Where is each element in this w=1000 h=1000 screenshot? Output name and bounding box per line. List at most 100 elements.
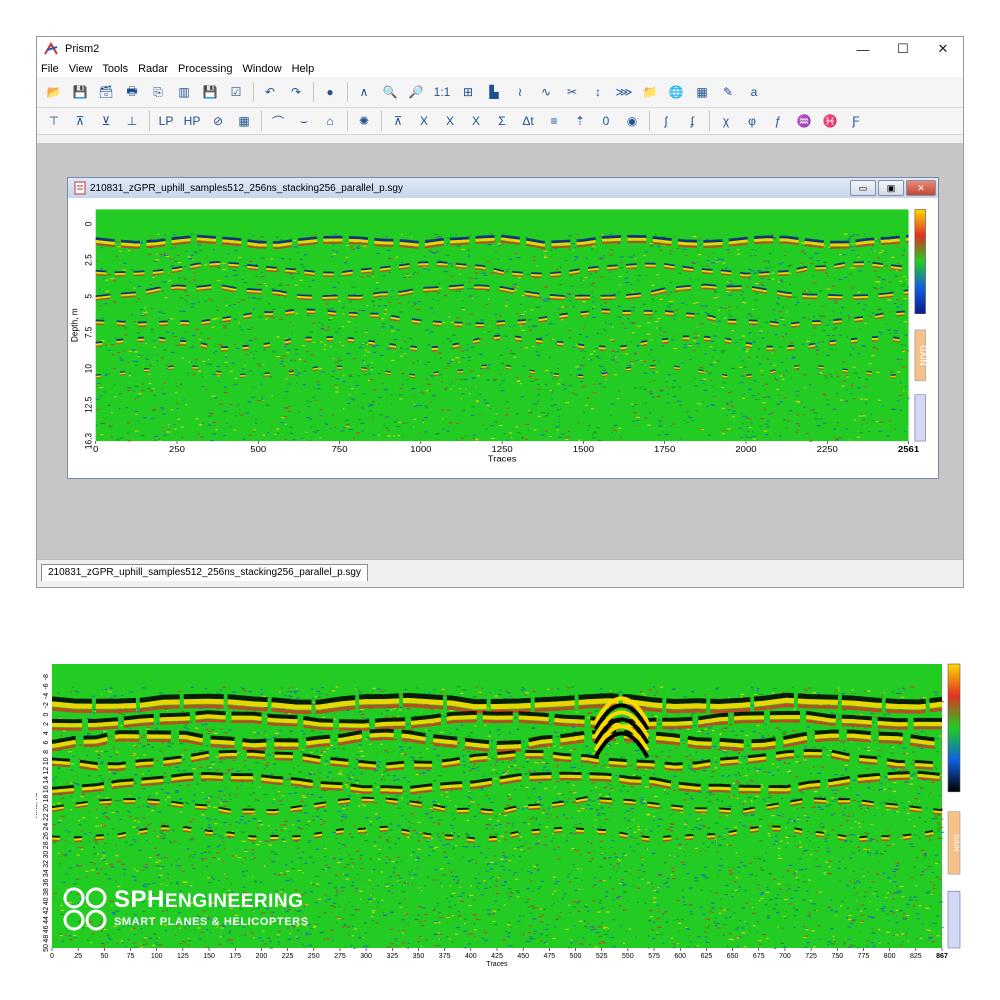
scale-control[interactable] bbox=[947, 890, 961, 949]
logo-title-rest: ENGINEERING bbox=[164, 891, 304, 912]
delta-t-icon[interactable]: Δt bbox=[517, 110, 539, 132]
x-tick-label: 725 bbox=[805, 953, 817, 960]
pb-icon[interactable]: ◉ bbox=[621, 110, 643, 132]
marker-icon[interactable]: ● bbox=[319, 81, 341, 103]
check-icon[interactable]: ☑ bbox=[225, 81, 247, 103]
color-scale-bar[interactable] bbox=[947, 663, 961, 793]
level-icon[interactable]: ≡ bbox=[543, 110, 565, 132]
zoom-1-1-icon[interactable]: 1:1 bbox=[431, 81, 453, 103]
open-folder-icon[interactable]: 📂 bbox=[43, 81, 65, 103]
menu-processing[interactable]: Processing bbox=[178, 63, 232, 75]
sigma-icon[interactable]: χ bbox=[715, 110, 737, 132]
maximize-button[interactable]: ☐ bbox=[883, 37, 923, 61]
menu-window[interactable]: Window bbox=[242, 63, 281, 75]
arc-down-icon[interactable]: ⌣ bbox=[293, 110, 315, 132]
x-tick-label: 525 bbox=[596, 953, 608, 960]
gain-1-icon[interactable]: ♒ bbox=[793, 110, 815, 132]
document-title-bar[interactable]: 210831_zGPR_uphill_samples512_256ns_stac… bbox=[68, 178, 938, 198]
trace-icon[interactable]: ∿ bbox=[535, 81, 557, 103]
palette-icon[interactable]: ▥ bbox=[173, 81, 195, 103]
spec-2-icon[interactable]: ʄ bbox=[681, 110, 703, 132]
doc-close-button[interactable]: ✕ bbox=[906, 180, 936, 196]
redo-icon[interactable]: ↷ bbox=[285, 81, 307, 103]
filter-4-icon[interactable]: ⊥ bbox=[121, 110, 143, 132]
filter-1-icon[interactable]: ⊤ bbox=[43, 110, 65, 132]
menu-help[interactable]: Help bbox=[292, 63, 315, 75]
y-tick-label: 42 bbox=[43, 907, 50, 915]
undo-icon[interactable]: ↶ bbox=[259, 81, 281, 103]
band-icon[interactable]: ⊘ bbox=[207, 110, 229, 132]
x-tick-label: 325 bbox=[386, 953, 398, 960]
high-pass-icon[interactable]: HP bbox=[181, 110, 203, 132]
topo-icon[interactable]: ⊼ bbox=[387, 110, 409, 132]
migration-icon[interactable]: ✺ bbox=[353, 110, 375, 132]
prism-logo-icon bbox=[44, 42, 58, 55]
xr-icon[interactable]: X bbox=[439, 110, 461, 132]
xm-icon[interactable]: X bbox=[413, 110, 435, 132]
zero-icon[interactable]: 0 bbox=[595, 110, 617, 132]
filter-3-icon[interactable]: ⊻ bbox=[95, 110, 117, 132]
hyperbola-icon[interactable]: ∧ bbox=[353, 81, 375, 103]
wave-icon[interactable]: ≀ bbox=[509, 81, 531, 103]
language-icon[interactable]: a bbox=[743, 81, 765, 103]
minimize-button[interactable]: — bbox=[843, 37, 883, 61]
histogram-icon[interactable]: ▙ bbox=[483, 81, 505, 103]
fit-icon[interactable]: ⊞ bbox=[457, 81, 479, 103]
menu-view[interactable]: View bbox=[69, 63, 93, 75]
y-tick-label: -4 bbox=[43, 693, 50, 699]
phi-icon[interactable]: φ bbox=[741, 110, 763, 132]
menu-file[interactable]: File bbox=[41, 63, 59, 75]
report-icon[interactable]: ✎ bbox=[717, 81, 739, 103]
color-scale-bar[interactable] bbox=[914, 209, 926, 314]
gps-icon[interactable]: ▦ bbox=[691, 81, 713, 103]
y-axis-label: Depth, m bbox=[69, 308, 80, 342]
y-tick-label: 12.5 bbox=[83, 397, 94, 413]
save-all-icon[interactable]: 🗃 bbox=[95, 81, 117, 103]
sum-icon[interactable]: Σ bbox=[491, 110, 513, 132]
gain-label: GAIN bbox=[918, 345, 929, 365]
x-tick-label: 2561 bbox=[898, 445, 919, 454]
export-icon[interactable]: ⎘ bbox=[147, 81, 169, 103]
filter-2-icon[interactable]: ⊼ bbox=[69, 110, 91, 132]
x-tick-label: 500 bbox=[250, 445, 266, 454]
y-tick-label: 32 bbox=[43, 860, 50, 868]
x-axis-label: Traces bbox=[488, 454, 517, 463]
low-pass-icon[interactable]: LP bbox=[155, 110, 177, 132]
y-tick-label: 5 bbox=[83, 294, 94, 299]
title-bar[interactable]: Prism2 — ☐ ✕ bbox=[37, 37, 963, 61]
x-axis-label: Traces bbox=[486, 961, 508, 968]
save-icon[interactable]: 💾 bbox=[69, 81, 91, 103]
document-icon bbox=[74, 181, 86, 195]
scale-control[interactable] bbox=[914, 394, 926, 442]
vertical-arrow-icon[interactable]: ↕ bbox=[587, 81, 609, 103]
fx-icon[interactable]: Ƒ bbox=[845, 110, 867, 132]
document-tab[interactable]: 210831_zGPR_uphill_samples512_256ns_stac… bbox=[41, 564, 368, 581]
print-icon[interactable]: 🖶 bbox=[121, 81, 143, 103]
arc-up-icon[interactable]: ⌒ bbox=[267, 110, 289, 132]
f-icon[interactable]: ƒ bbox=[767, 110, 789, 132]
shift-up-icon[interactable]: ⇡ bbox=[569, 110, 591, 132]
spec-1-icon[interactable]: ʃ bbox=[655, 110, 677, 132]
doc-maximize-button[interactable]: ▣ bbox=[878, 180, 904, 196]
y-tick-label: 38 bbox=[43, 888, 50, 896]
gain-2-icon[interactable]: ♓ bbox=[819, 110, 841, 132]
zoom-out-icon[interactable]: 🔎 bbox=[405, 81, 427, 103]
x-gps-icon[interactable]: X bbox=[465, 110, 487, 132]
zoom-in-icon[interactable]: 🔍 bbox=[379, 81, 401, 103]
house-icon[interactable]: ⌂ bbox=[319, 110, 341, 132]
signal-icon[interactable]: ⋙ bbox=[613, 81, 635, 103]
menu-radar[interactable]: Radar bbox=[138, 63, 168, 75]
y-tick-label: 0 bbox=[83, 222, 94, 227]
x-tick-label: 2250 bbox=[817, 445, 838, 454]
doc-minimize-button[interactable]: ▭ bbox=[850, 180, 876, 196]
folder-edit-icon[interactable]: 📁 bbox=[639, 81, 661, 103]
toolbar-separator bbox=[253, 82, 254, 102]
floppy-icon[interactable]: 💾 bbox=[199, 81, 221, 103]
grid-icon[interactable]: ▦ bbox=[233, 110, 255, 132]
cut-icon[interactable]: ✂ bbox=[561, 81, 583, 103]
y-tick-label: 6 bbox=[43, 741, 50, 745]
close-button[interactable]: ✕ bbox=[923, 37, 963, 61]
x-tick-label: 200 bbox=[256, 953, 268, 960]
globe-icon[interactable]: 🌐 bbox=[665, 81, 687, 103]
menu-tools[interactable]: Tools bbox=[102, 63, 128, 75]
